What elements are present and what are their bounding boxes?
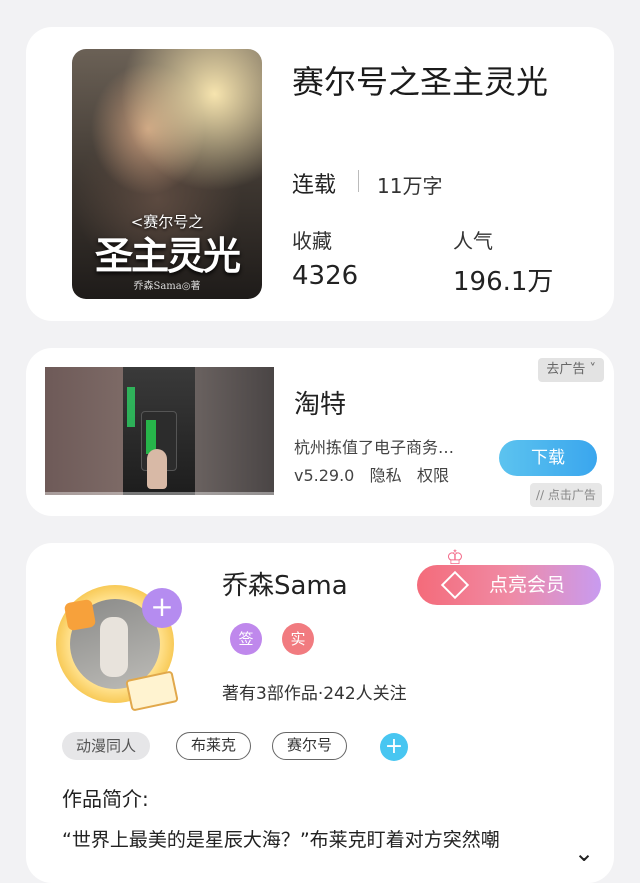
ad-card[interactable]: 去广告 ˅ 淘特 杭州拣值了电子商务… v5.29.0 隐私 权限 下载 ∕∕ … [26,348,614,516]
download-button[interactable]: 下载 [499,440,597,476]
favorites-count: 4326 [292,261,359,291]
tag-item[interactable]: 赛尔号 [272,732,348,760]
ad-light-strip [127,387,135,427]
book-title: 赛尔号之圣主灵光 [292,63,549,101]
ad-meta: v5.29.0 隐私 权限 [294,462,449,486]
remove-ad-button[interactable]: 去广告 ˅ [538,358,604,382]
avatar-frame-decoration [63,598,97,632]
book-word-count: 11万字 [377,174,443,198]
verified-badge: 实 [282,623,314,655]
cover-title-text: 圣主灵光 [94,233,241,278]
author-card: + 乔森Sama ♔ 点亮会员 签 实 著有3部作品·242人关注 动漫同人 布… [26,543,614,883]
tag-item[interactable]: 动漫同人 [62,732,151,760]
vip-button-label: 点亮会员 [489,574,566,596]
chevron-down-icon[interactable]: ⌄ [574,839,594,867]
ad-media-blur-right [194,367,274,495]
add-tag-icon[interactable]: + [380,733,408,761]
ad-mark-badge: ∕∕ 点击广告 [530,483,602,507]
intro-text: “世界上最美的是星辰大海？”布莱克盯着对方突然嘲 [62,829,500,851]
ad-phone-image [123,367,195,495]
ad-version: v5.29.0 [294,466,355,485]
tag-item[interactable]: 布莱克 [176,732,252,760]
favorites-label: 收藏 [292,229,332,253]
intro-label: 作品简介: [62,787,149,811]
follow-add-icon[interactable]: + [142,588,182,628]
vip-button[interactable]: 点亮会员 [417,565,601,605]
ad-permission-link[interactable]: 权限 [417,466,449,485]
book-info-card: <赛尔号之 圣主灵光 乔森Sama◎著 赛尔号之圣主灵光 连载 11万字 收藏 … [26,27,614,321]
book-cover-image[interactable]: <赛尔号之 圣主灵光 乔森Sama◎著 [72,49,262,299]
diamond-icon [440,570,470,600]
author-stats: 著有3部作品·242人关注 [222,684,407,704]
ad-description: 杭州拣值了电子商务… [294,438,455,457]
cover-author-text: 乔森Sama◎著 [133,281,201,292]
ad-video-thumbnail[interactable] [45,367,274,495]
ad-media-blur-left [45,367,125,495]
author-name[interactable]: 乔森Sama [222,565,348,602]
popularity-label: 人气 [453,229,493,253]
ad-hand [147,449,167,489]
popularity-count: 196.1万 [453,267,554,297]
ad-privacy-link[interactable]: 隐私 [370,466,402,485]
signed-badge: 签 [230,623,262,655]
divider [358,170,359,192]
book-status: 连载 [292,173,337,198]
ad-progress-bar [45,492,274,495]
ad-app-name[interactable]: 淘特 [294,384,346,421]
